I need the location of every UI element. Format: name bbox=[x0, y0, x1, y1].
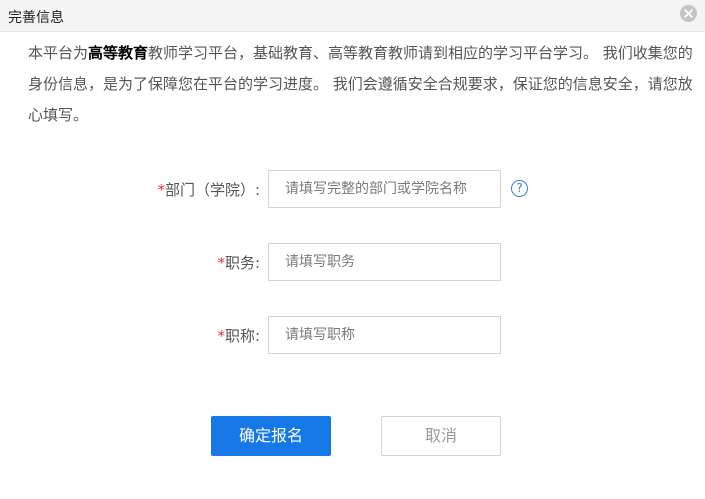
confirm-signup-button[interactable]: 确定报名 bbox=[211, 416, 331, 456]
department-input[interactable] bbox=[268, 170, 501, 208]
dialog-title: 完善信息 bbox=[8, 10, 64, 26]
duty-input[interactable] bbox=[268, 243, 501, 281]
department-label: *部门（学院）: bbox=[157, 179, 260, 200]
department-label-text: 部门（学院）: bbox=[164, 181, 260, 199]
professional-title-input[interactable] bbox=[268, 316, 501, 354]
required-mark: * bbox=[157, 181, 165, 199]
intro-before: 本平台为 bbox=[28, 44, 89, 62]
title-label-text: 职称: bbox=[224, 327, 260, 345]
duty-label-text: 职务: bbox=[224, 254, 260, 272]
close-x-glyph bbox=[684, 9, 693, 18]
required-mark: * bbox=[217, 327, 225, 345]
department-row: *部门（学院）: ? bbox=[0, 170, 705, 210]
dialog-titlebar: 完善信息 bbox=[0, 0, 705, 32]
help-icon[interactable]: ? bbox=[511, 180, 528, 197]
title-row: *职称: bbox=[0, 316, 705, 356]
title-label: *职称: bbox=[217, 325, 260, 346]
required-mark: * bbox=[217, 254, 225, 272]
duty-row: *职务: bbox=[0, 243, 705, 283]
duty-label: *职务: bbox=[217, 252, 260, 273]
intro-highlight: 高等教育 bbox=[88, 44, 149, 62]
close-icon[interactable] bbox=[680, 5, 697, 22]
intro-text: 本平台为高等教育教师学习平台，基础教育、高等教育教师请到相应的学习平台学习。 我… bbox=[28, 38, 694, 131]
cancel-button[interactable]: 取消 bbox=[381, 416, 501, 456]
